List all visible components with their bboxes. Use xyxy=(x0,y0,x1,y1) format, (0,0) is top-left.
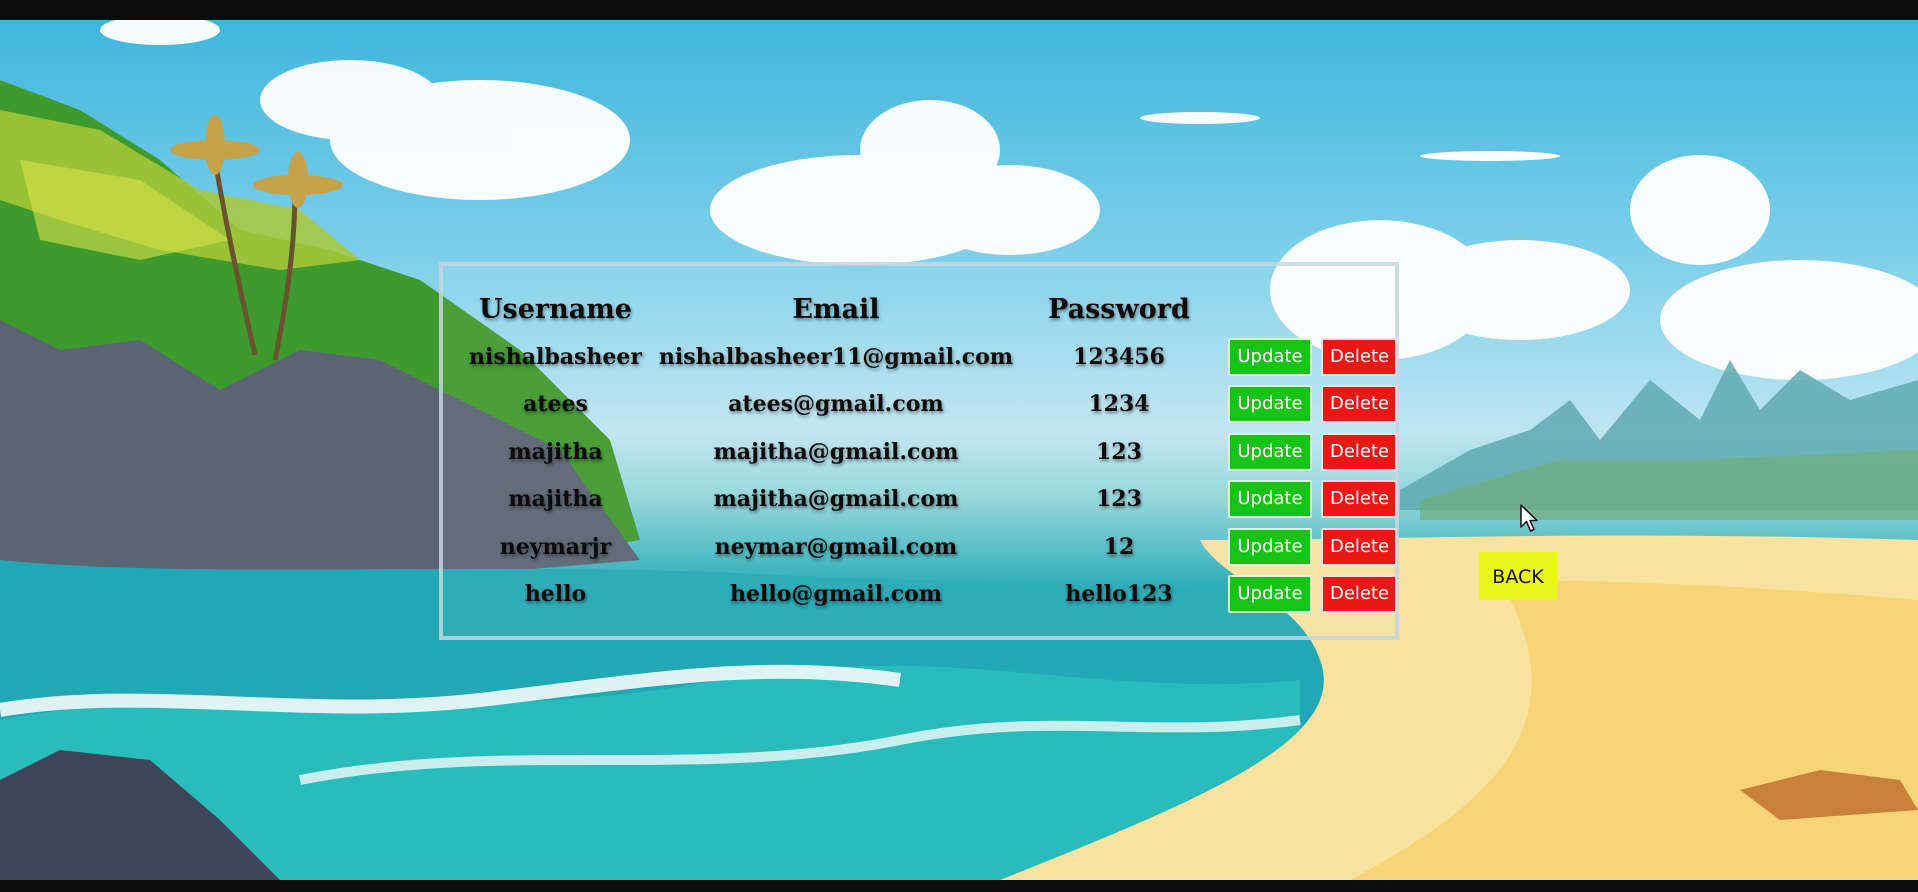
email-cell: hello@gmail.com xyxy=(729,581,942,608)
delete-button[interactable]: Delete xyxy=(1320,480,1397,519)
delete-button[interactable]: Delete xyxy=(1320,432,1397,471)
email-cell: nishalbasheer11@gmail.com xyxy=(658,343,1014,370)
table-row: nishalbasheer nishalbasheer11@gmail.com … xyxy=(463,333,1414,381)
password-cell: 123 xyxy=(1095,438,1142,465)
update-button[interactable]: Update xyxy=(1227,527,1312,566)
update-button[interactable]: Update xyxy=(1227,480,1312,519)
actions-column-header xyxy=(1214,285,1414,333)
table-row: hello hello@gmail.com hello123 Update Del… xyxy=(463,571,1414,619)
password-cell: 1234 xyxy=(1088,391,1150,418)
actions-cell: Update Delete xyxy=(1214,476,1414,524)
password-cell: 123456 xyxy=(1073,343,1165,370)
update-button[interactable]: Update xyxy=(1227,575,1312,614)
username-cell: nishalbasheer xyxy=(469,343,642,370)
bottom-letterbox-bar xyxy=(0,880,1918,892)
table-row: majitha majitha@gmail.com 123 Update Dele… xyxy=(463,476,1414,524)
email-cell: neymar@gmail.com xyxy=(714,533,958,560)
update-button[interactable]: Update xyxy=(1227,337,1312,376)
table-header-row: Username Email Password xyxy=(463,285,1414,333)
password-cell: hello123 xyxy=(1065,581,1173,608)
actions-cell: Update Delete xyxy=(1214,571,1414,619)
email-cell: atees@gmail.com xyxy=(728,391,944,418)
top-letterbox-bar xyxy=(0,0,1918,20)
username-cell: majitha xyxy=(508,486,603,513)
delete-button[interactable]: Delete xyxy=(1320,527,1397,566)
password-column-header: Password xyxy=(1048,293,1190,325)
email-cell: majitha@gmail.com xyxy=(713,486,959,513)
username-cell: hello xyxy=(524,581,587,608)
table-row: neymarjr neymar@gmail.com 12 Update Delet… xyxy=(463,523,1414,571)
actions-cell: Update Delete xyxy=(1214,428,1414,476)
table-row: atees atees@gmail.com 1234 Update Delete xyxy=(463,381,1414,429)
actions-cell: Update Delete xyxy=(1214,333,1414,381)
password-cell: 123 xyxy=(1095,486,1142,513)
username-column-header: Username xyxy=(478,293,632,325)
update-button[interactable]: Update xyxy=(1227,432,1312,471)
email-column-header: Email xyxy=(792,293,880,325)
delete-button[interactable]: Delete xyxy=(1320,385,1397,424)
actions-cell: Update Delete xyxy=(1214,381,1414,429)
user-table: Username Email Password nishalbasheer ni… xyxy=(463,285,1414,618)
table-row: majitha majitha@gmail.com 123 Update Dele… xyxy=(463,428,1414,476)
delete-button[interactable]: Delete xyxy=(1320,337,1397,376)
password-cell: 12 xyxy=(1103,533,1135,560)
actions-cell: Update Delete xyxy=(1214,523,1414,571)
back-button[interactable]: BACK xyxy=(1479,552,1557,600)
mouse-pointer-icon xyxy=(1520,504,1538,532)
email-cell: majitha@gmail.com xyxy=(713,438,959,465)
username-cell: neymarjr xyxy=(499,533,612,560)
delete-button[interactable]: Delete xyxy=(1320,575,1397,614)
update-button[interactable]: Update xyxy=(1227,385,1312,424)
username-cell: atees xyxy=(523,391,588,418)
username-cell: majitha xyxy=(508,438,603,465)
